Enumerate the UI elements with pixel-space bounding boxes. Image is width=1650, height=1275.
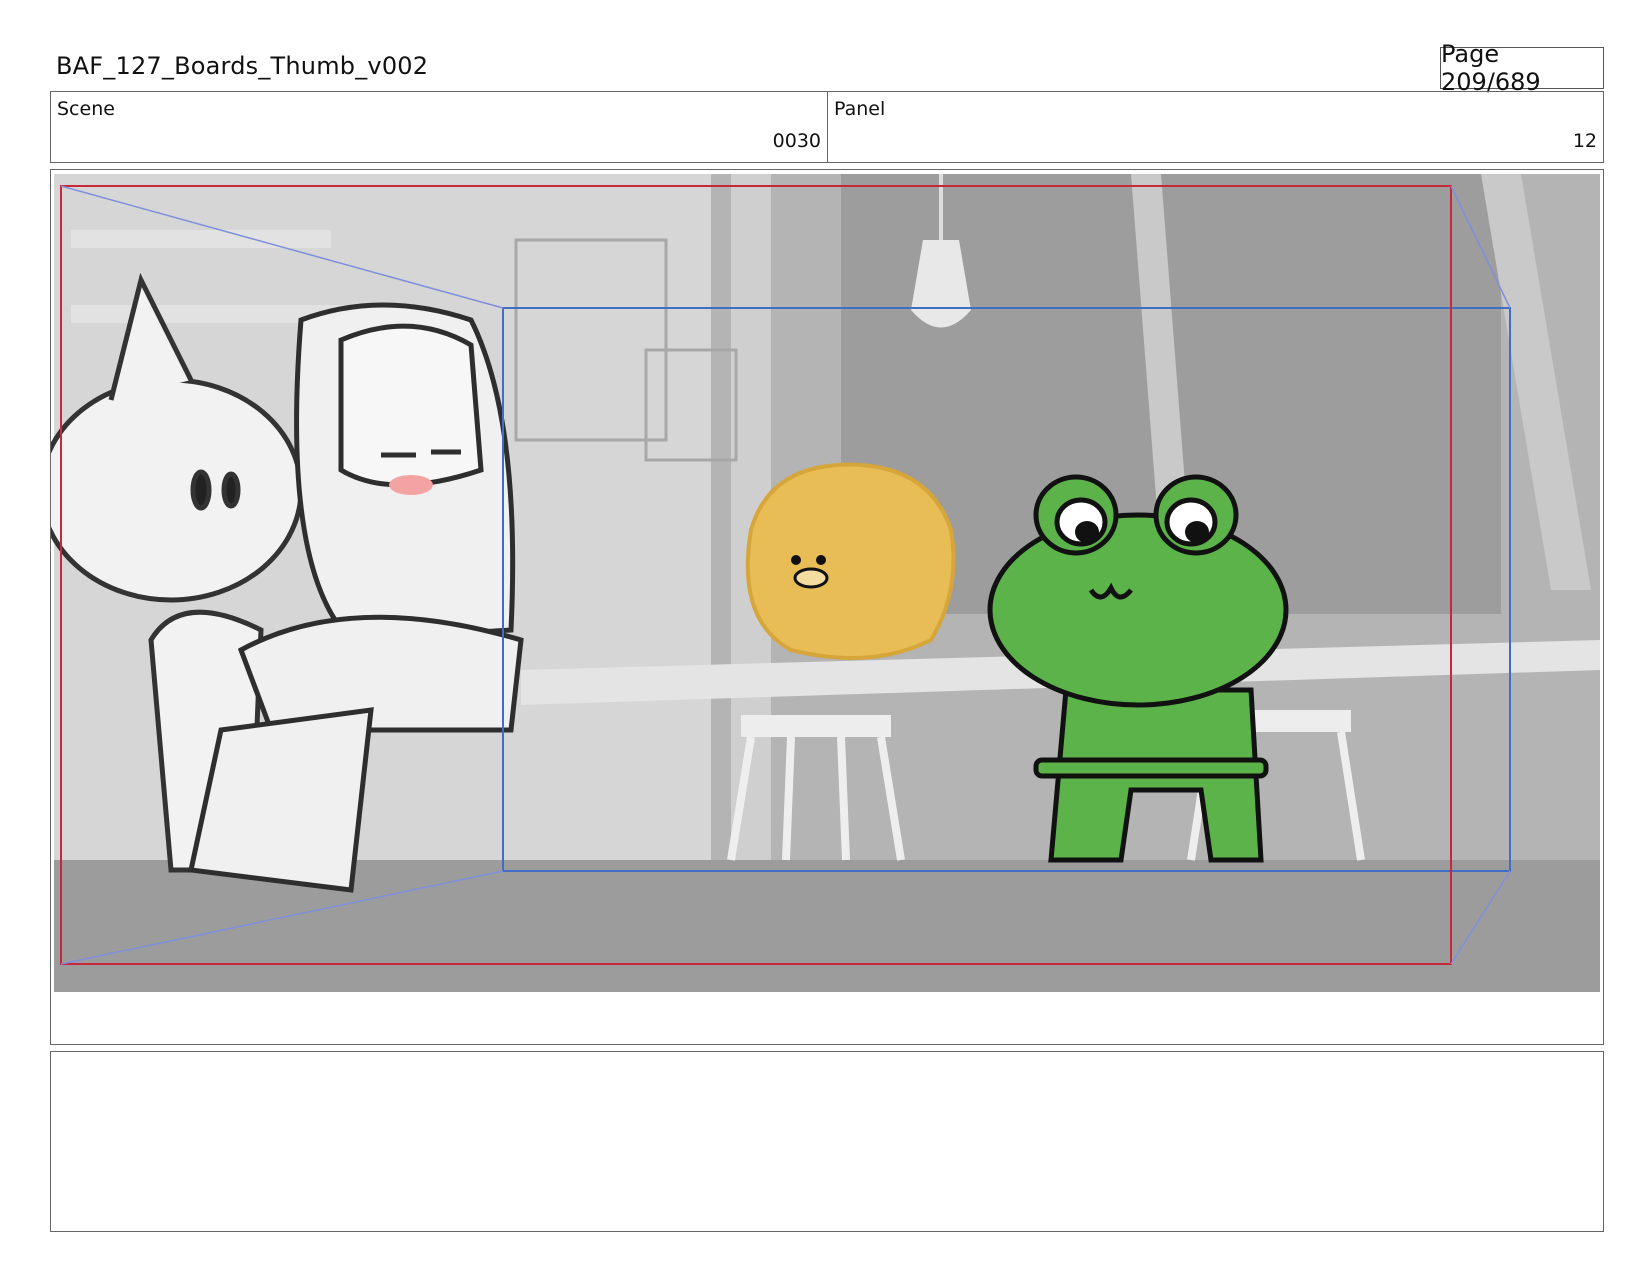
panel-number: 12 [1572, 130, 1597, 152]
storyboard-drawing [51, 174, 1600, 992]
storyboard-frame [50, 169, 1604, 1045]
page-indicator: Page 209/689 [1440, 40, 1604, 96]
scene-label: Scene [57, 98, 115, 120]
panel-label: Panel [834, 98, 886, 120]
scene-panel-info-row: Scene 0030 Panel 12 [50, 91, 1604, 163]
notes-box [50, 1051, 1604, 1232]
panel-cell: Panel 12 [828, 92, 1603, 162]
scene-cell: Scene 0030 [51, 92, 828, 162]
wall-shelf [71, 230, 331, 248]
document-title: BAF_127_Boards_Thumb_v002 [56, 52, 429, 80]
duck-character [745, 462, 956, 660]
scene-number: 0030 [772, 130, 821, 152]
